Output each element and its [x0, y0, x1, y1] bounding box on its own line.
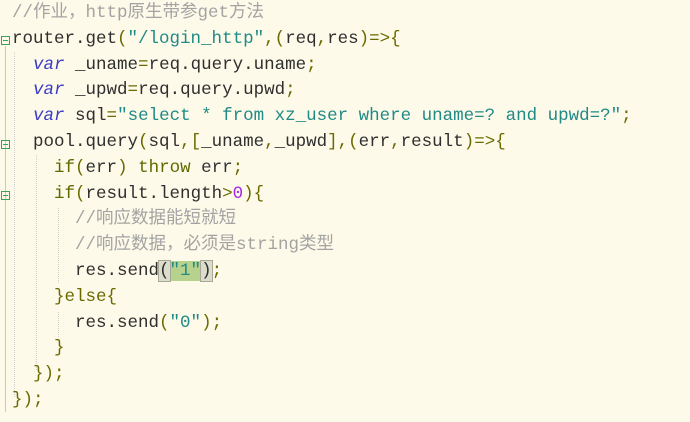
code-line[interactable]: //响应数据能短就短 [12, 207, 632, 233]
code-line[interactable]: res.send("1"); [12, 259, 632, 285]
code-token: ) [200, 259, 213, 282]
code-token: 0 [232, 183, 244, 204]
code-line[interactable]: var _uname=req.query.uname; [12, 53, 632, 79]
code-token: ,[ [180, 131, 202, 152]
code-line[interactable]: pool.query(sql,[_uname,_upwd],(err,resul… [12, 130, 632, 156]
code-token: ; [211, 260, 223, 281]
code-token: res.send [12, 260, 160, 281]
code-token: "/login_http" [127, 28, 265, 49]
editor-gutter [0, 0, 12, 422]
code-line[interactable]: }else{ [12, 285, 632, 311]
code-token: if [54, 157, 76, 178]
code-token: ],( [327, 131, 359, 152]
code-token: , [264, 28, 275, 49]
code-token: err [358, 131, 391, 152]
code-token: req [285, 28, 317, 49]
code-token: ( [117, 28, 128, 49]
code-token: ( [75, 183, 86, 204]
code-token: > [222, 183, 233, 204]
code-token: "select * from xz_user where uname=? and… [117, 106, 622, 127]
code-token: sql [148, 131, 181, 152]
code-token: ; [285, 80, 296, 101]
code-token: )=>{ [463, 131, 506, 152]
code-token: _upwd [274, 131, 328, 152]
code-token: err [190, 157, 233, 178]
code-token: req.query.uname [148, 54, 307, 75]
code-line[interactable]: //响应数据，必须是string类型 [12, 233, 632, 259]
fold-toggle-icon[interactable] [1, 191, 10, 200]
code-token: sql [64, 106, 107, 127]
code-token: req.query.upwd [138, 80, 286, 101]
code-token: //作业，http原生带参get方法 [12, 3, 265, 23]
code-line[interactable]: } [12, 336, 632, 362]
code-line[interactable]: if(err) throw err; [12, 156, 632, 182]
code-line[interactable]: //作业，http原生带参get方法 [12, 1, 632, 27]
code-line[interactable]: }); [12, 388, 632, 414]
code-token: ){ [243, 183, 265, 204]
code-token: router.get [12, 28, 118, 49]
code-token: _uname [201, 131, 265, 152]
code-token: } [54, 338, 65, 359]
code-token: "0" [169, 312, 202, 333]
code-line[interactable]: res.send("0"); [12, 311, 632, 337]
code-token: ; [621, 106, 632, 127]
code-token: "1" [169, 260, 202, 281]
code-token: ( [159, 312, 170, 333]
code-token: _uname [64, 54, 139, 75]
code-token: var [33, 106, 65, 127]
code-token: }); [12, 389, 44, 410]
code-token: res [327, 28, 359, 49]
code-token: _upwd [64, 80, 128, 101]
code-editor[interactable]: //作业，http原生带参get方法 router.get("/login_htt… [12, 1, 632, 414]
code-token: res.send [12, 312, 160, 333]
code-token: ( [138, 131, 149, 152]
code-token: ( [274, 28, 286, 49]
code-line[interactable]: var _upwd=req.query.upwd; [12, 78, 632, 104]
code-token: pool.query [12, 131, 139, 152]
code-token: , [264, 131, 275, 152]
code-token: ) [117, 157, 128, 178]
code-token: var [33, 80, 65, 101]
code-token: = [138, 54, 149, 75]
code-token: result.length [85, 183, 223, 204]
fold-toggle-icon[interactable] [1, 140, 10, 149]
code-token: , [316, 28, 328, 49]
code-token: ( [75, 157, 86, 178]
code-token: }else{ [54, 286, 118, 307]
code-token: err [85, 157, 118, 178]
code-token: ) [201, 312, 212, 333]
code-line[interactable]: var sql="select * from xz_user where una… [12, 104, 632, 130]
code-token: = [106, 106, 118, 127]
code-token: if [54, 183, 76, 204]
code-token: throw [127, 157, 191, 178]
code-token: }); [33, 364, 65, 385]
code-line[interactable]: if(result.length>0){ [12, 182, 632, 208]
code-token: //响应数据，必须是string类型 [75, 235, 335, 256]
code-token: ; [211, 312, 223, 333]
code-token: var [33, 54, 65, 75]
code-token: ; [306, 54, 317, 75]
code-token: result [400, 131, 464, 152]
code-token: //响应数据能短就短 [75, 209, 237, 230]
code-token: )=>{ [358, 28, 401, 49]
code-token: ( [158, 259, 171, 282]
code-token: ; [232, 157, 244, 178]
code-line[interactable]: }); [12, 362, 632, 388]
code-token: = [127, 80, 139, 101]
code-token: , [390, 131, 401, 152]
fold-line [5, 46, 6, 412]
code-line[interactable]: router.get("/login_http",(req,res)=>{ [12, 27, 632, 53]
fold-toggle-icon[interactable] [1, 36, 10, 45]
